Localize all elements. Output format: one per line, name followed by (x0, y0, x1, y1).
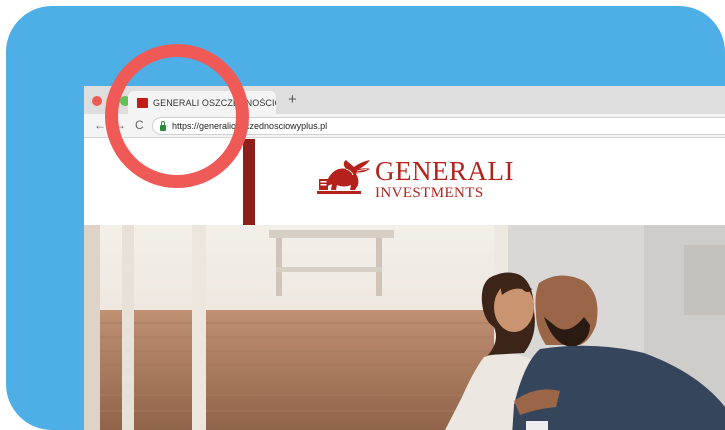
highlight-circle (105, 44, 249, 188)
logo-subtitle: INVESTMENTS (375, 184, 484, 201)
hero-photo (84, 225, 725, 430)
generali-investments-logo[interactable]: GENERALI INVESTMENTS (313, 157, 514, 201)
header-accent-stripe (243, 139, 255, 225)
winged-lion-icon (317, 160, 370, 194)
logo-wordmark: GENERALI (375, 155, 514, 186)
background-card: GENERALI OSZCZĘDNOŚCIOWY + ← → C https:/… (6, 6, 725, 430)
close-window-button[interactable] (92, 96, 102, 106)
new-tab-button[interactable]: + (288, 92, 297, 108)
